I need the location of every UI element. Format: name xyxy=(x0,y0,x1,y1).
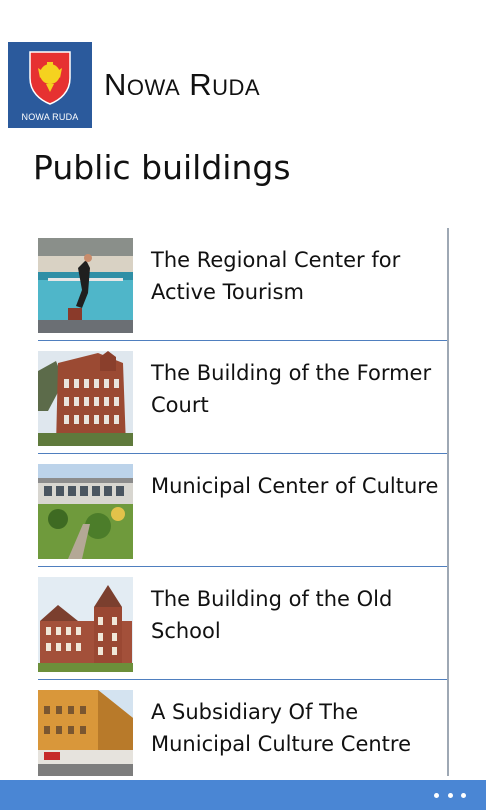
list-item[interactable]: Municipal Center of Culture xyxy=(38,454,448,567)
list-item[interactable]: A Subsidiary Of The Municipal Culture Ce… xyxy=(38,680,448,776)
list-item-label: Municipal Center of Culture xyxy=(151,474,439,498)
scrollbar[interactable] xyxy=(447,228,449,776)
list-item[interactable]: The Regional Center for Active Tourism xyxy=(38,228,448,341)
list-item-label: The Building of the Former Court xyxy=(151,361,432,417)
list-item[interactable]: The Building of the Former Court xyxy=(38,341,448,454)
old-school-photo xyxy=(38,577,133,672)
list-item-label: The Regional Center for Active Tourism xyxy=(151,248,401,304)
page-title: Public buildings xyxy=(33,148,291,187)
list-item[interactable]: The Building of the Old School xyxy=(38,567,448,680)
app-title: Nowa Ruda xyxy=(104,67,261,102)
list-item-label: The Building of the Old School xyxy=(151,587,393,643)
culture-center-photo xyxy=(38,464,133,559)
ellipsis-icon[interactable] xyxy=(434,788,466,802)
app-logo: NOWA RUDA xyxy=(8,42,92,128)
brick-building-photo xyxy=(38,351,133,446)
app-header: NOWA RUDA Nowa Ruda xyxy=(8,42,260,128)
swimming-pool-photo xyxy=(38,238,133,333)
buildings-list: The Regional Center for Active Tourism T… xyxy=(38,228,448,776)
list-item-label: A Subsidiary Of The Municipal Culture Ce… xyxy=(151,700,411,756)
subsidiary-building-photo xyxy=(38,690,133,776)
app-bar xyxy=(0,780,486,810)
logo-caption: NOWA RUDA xyxy=(21,112,79,122)
